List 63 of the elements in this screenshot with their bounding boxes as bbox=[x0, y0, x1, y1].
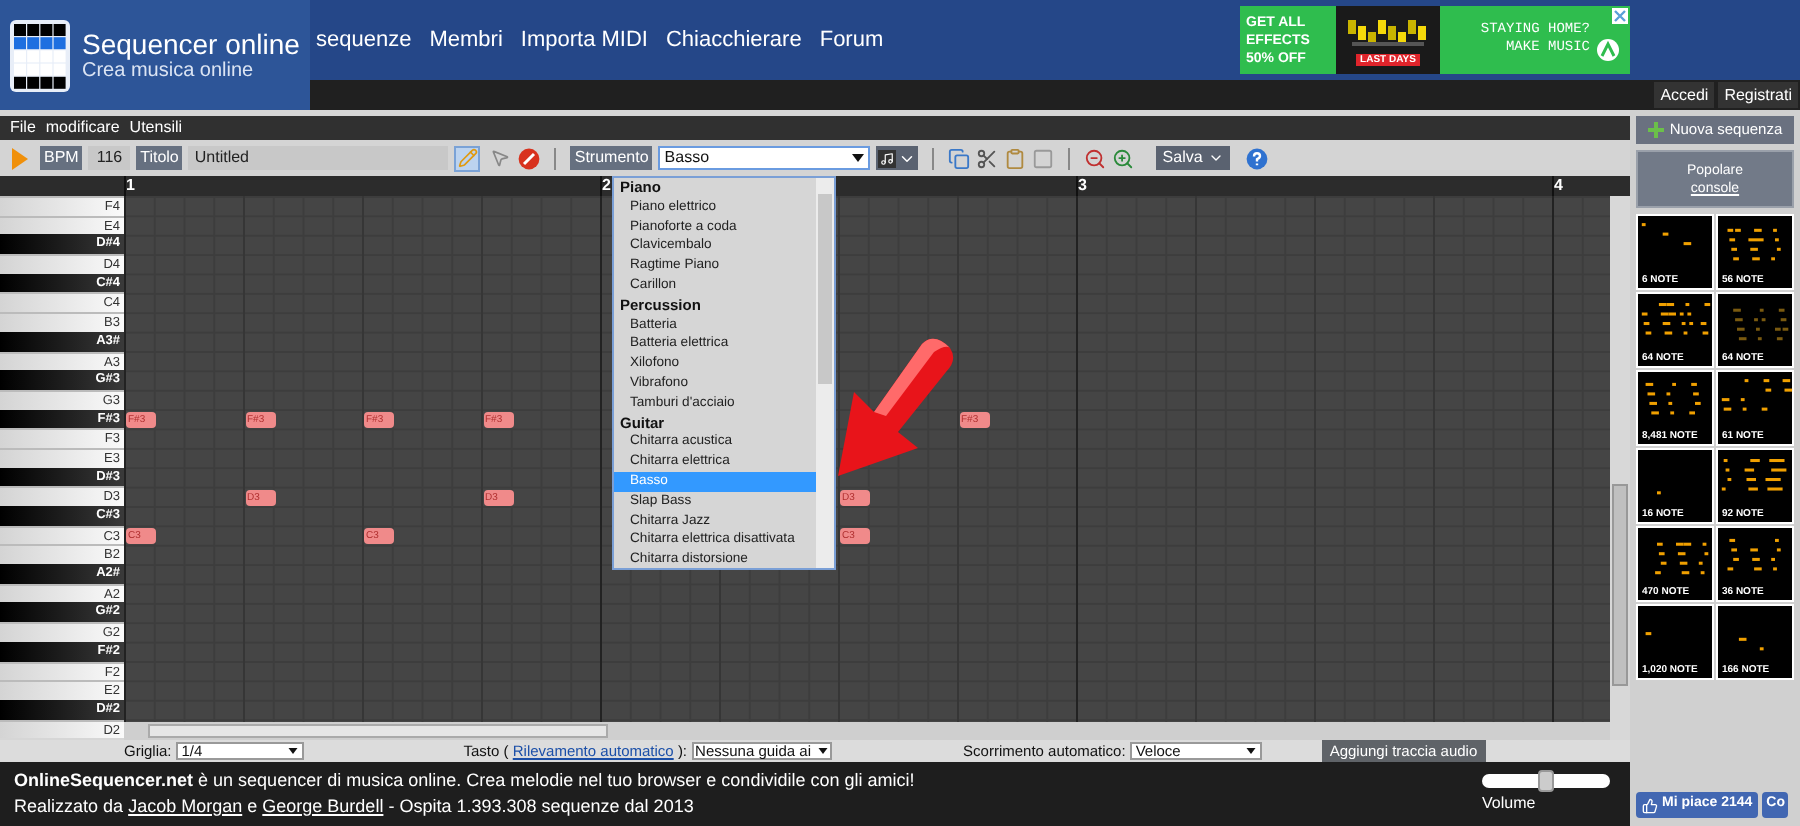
zoom-out-icon[interactable] bbox=[1084, 147, 1107, 169]
measure-number: 4 bbox=[1554, 176, 1563, 196]
horizontal-scrollbar[interactable] bbox=[124, 722, 1610, 740]
site-subtitle: Crea musica online bbox=[82, 59, 256, 83]
author-link[interactable]: George Burdell bbox=[262, 796, 384, 816]
nav-link[interactable]: Importa MIDI bbox=[520, 23, 648, 57]
author-link[interactable]: Jacob Morgan bbox=[128, 796, 243, 816]
save-select[interactable]: Salva bbox=[1156, 146, 1231, 170]
menu-item[interactable]: File bbox=[10, 118, 36, 138]
music-note-icon[interactable] bbox=[878, 149, 897, 167]
copy-icon[interactable] bbox=[948, 147, 971, 169]
measure-number: 2 bbox=[602, 176, 611, 196]
preview-drawing bbox=[1641, 223, 1692, 246]
note-length-select[interactable] bbox=[876, 146, 919, 170]
instrument-select[interactable]: Basso bbox=[658, 146, 871, 170]
close-icon[interactable] bbox=[1612, 8, 1628, 24]
instrument-dropdown[interactable] bbox=[612, 176, 836, 570]
cut-icon[interactable] bbox=[976, 147, 999, 169]
title-label: Titolo bbox=[136, 146, 183, 170]
preview-drawing bbox=[1721, 459, 1787, 491]
preview-drawing bbox=[1641, 303, 1711, 335]
credits-text: Realizzato da Jacob Morgan e George Burdell - Ospita 1.393.308 sequenze dal 2013 bbox=[14, 796, 696, 818]
zoom-in-icon[interactable] bbox=[1112, 147, 1135, 169]
logo-icon bbox=[10, 19, 70, 91]
dropdown-scrollbar[interactable] bbox=[816, 178, 834, 568]
measure-number: 3 bbox=[1078, 176, 1087, 196]
menu-item[interactable]: modificare bbox=[45, 118, 120, 138]
volume-label: Volume bbox=[1482, 794, 1536, 814]
bpm-field[interactable]: 116 bbox=[88, 146, 131, 170]
bpm-label: BPM bbox=[40, 146, 83, 170]
nav-link[interactable]: Forum bbox=[819, 23, 884, 57]
measure-number: 1 bbox=[126, 176, 135, 196]
preview-drawing bbox=[1721, 379, 1793, 411]
preview-drawing bbox=[1738, 637, 1764, 651]
title-field[interactable]: Untitled bbox=[188, 146, 449, 170]
caret-icon[interactable] bbox=[852, 154, 865, 162]
caret-icon[interactable] bbox=[1208, 150, 1225, 166]
nav-link[interactable]: sequenze bbox=[316, 23, 412, 57]
preview-drawing bbox=[1655, 542, 1709, 575]
ad-artwork-icon bbox=[1344, 15, 1432, 51]
account-button[interactable]: Registrati bbox=[1718, 82, 1798, 108]
preview-drawing bbox=[1727, 538, 1781, 571]
volume-slider[interactable] bbox=[1482, 774, 1610, 788]
nav-link[interactable]: Chiacchierare bbox=[665, 23, 802, 57]
slider-thumb[interactable] bbox=[1538, 770, 1554, 792]
ad-logo-icon bbox=[1596, 38, 1620, 62]
caret-icon[interactable] bbox=[287, 748, 298, 754]
nav-link[interactable]: Membri bbox=[429, 23, 503, 57]
site-title: Sequencer online bbox=[82, 27, 300, 59]
thumbs-up-icon[interactable] bbox=[1642, 797, 1658, 813]
help-icon[interactable] bbox=[1246, 147, 1269, 169]
preview-drawing bbox=[1645, 382, 1701, 415]
account-button[interactable]: Accedi bbox=[1654, 82, 1715, 108]
preview-drawing bbox=[1727, 228, 1781, 261]
pointer-arrow bbox=[834, 336, 958, 480]
preview-drawing bbox=[1733, 308, 1789, 341]
menu-item[interactable]: Utensili bbox=[129, 118, 183, 138]
caret-icon[interactable] bbox=[817, 748, 828, 754]
instrument-label: Strumento bbox=[570, 146, 653, 170]
about-text: OnlineSequencer.net è un sequencer di musica online. Crea melodie nel tuo browser e condividile con gli amici! bbox=[14, 770, 917, 792]
delete-icon[interactable] bbox=[518, 147, 541, 169]
logo-panel[interactable]: Sequencer online Crea musica online bbox=[0, 0, 310, 110]
caret-icon[interactable] bbox=[1245, 748, 1256, 754]
